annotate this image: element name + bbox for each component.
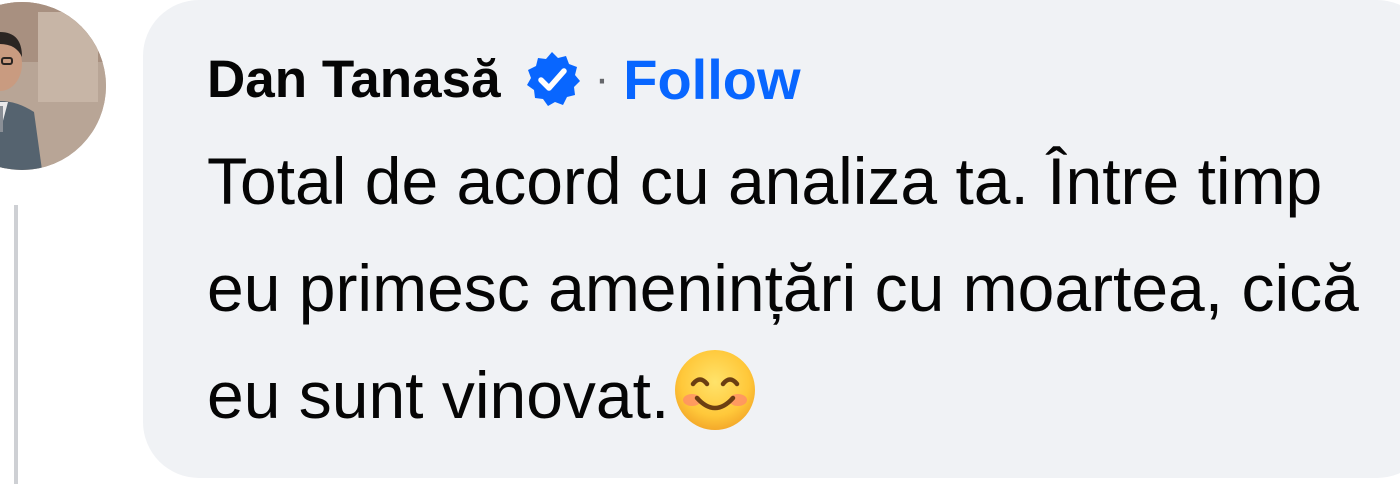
smiling-face-emoji-icon bbox=[673, 348, 757, 432]
comment-bubble: Dan Tanasă · Follow Total de acord cu an… bbox=[143, 0, 1400, 478]
comment-header: Dan Tanasă · Follow bbox=[207, 44, 1400, 114]
avatar[interactable] bbox=[0, 2, 106, 170]
comment-text: Total de acord cu analiza ta. Între timp… bbox=[207, 144, 1359, 432]
author-name[interactable]: Dan Tanasă bbox=[207, 49, 501, 110]
verified-badge-icon bbox=[523, 50, 581, 108]
thread-connector-line bbox=[14, 205, 18, 484]
comment-body: Total de acord cu analiza ta. Între timp… bbox=[207, 128, 1387, 449]
separator-dot: · bbox=[594, 54, 610, 103]
avatar-image bbox=[0, 2, 106, 170]
follow-button[interactable]: Follow bbox=[623, 47, 800, 112]
